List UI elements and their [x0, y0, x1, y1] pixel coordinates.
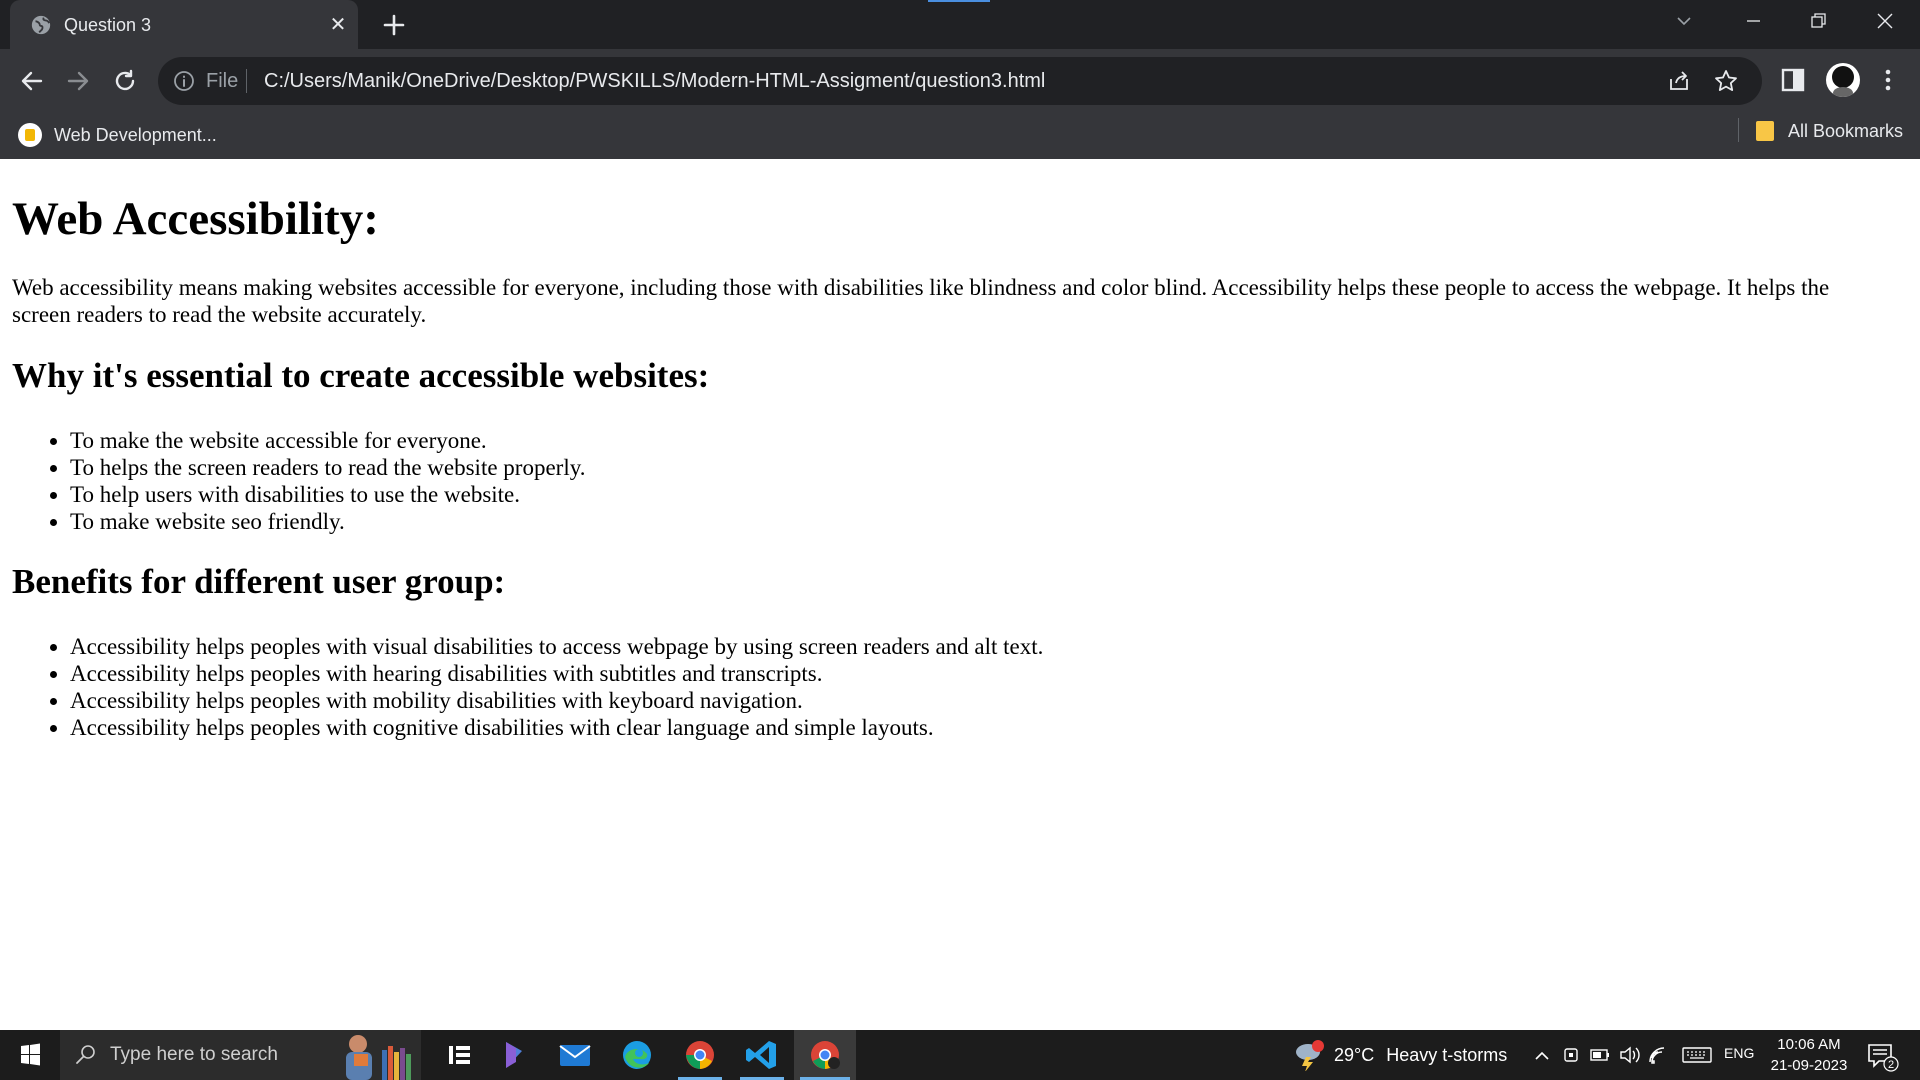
task-view-icon[interactable] [432, 1030, 488, 1080]
bookmark-label: Web Development... [54, 124, 217, 145]
tab-question3[interactable]: Question 3 ✕ [10, 0, 358, 49]
list-item: Accessibility helps peoples with visual … [70, 633, 1043, 660]
tab-search-chevron-icon[interactable] [1656, 0, 1712, 44]
chrome-icon[interactable] [672, 1030, 728, 1080]
page-content: Web Accessibility: Web accessibility mea… [0, 159, 1920, 1030]
notification-icon: 2 [1868, 1044, 1899, 1072]
clock-time[interactable]: 10:06 AM [1766, 1036, 1852, 1053]
volume-icon[interactable] [1616, 1030, 1644, 1080]
wifi-icon[interactable] [1646, 1030, 1674, 1080]
mail-icon[interactable] [547, 1030, 603, 1080]
section-heading-benefits: Benefits for different user group: [12, 562, 506, 601]
thunderstorm-icon [1296, 1040, 1324, 1071]
clock-date[interactable]: 21-09-2023 [1766, 1057, 1852, 1074]
kebab-menu-icon[interactable] [1874, 65, 1902, 95]
list-item: Accessibility helps peoples with mobilit… [70, 687, 1043, 714]
tab-strip: Question 3 ✕ [0, 0, 1920, 49]
search-highlight-icon [346, 1035, 411, 1080]
windows-start-icon[interactable] [10, 1039, 50, 1071]
bookmarks-divider [1738, 118, 1739, 142]
bookmark-web-development[interactable]: Web Development... [18, 119, 217, 151]
folder-icon [1756, 121, 1774, 141]
close-window-icon[interactable] [1857, 0, 1913, 44]
list-item: Accessibility helps peoples with cogniti… [70, 714, 1043, 741]
profile-picture-icon [1832, 66, 1854, 97]
why-list: To make the website accessible for every… [70, 427, 585, 535]
side-panel-icon[interactable] [1780, 67, 1806, 93]
list-item: To make the website accessible for every… [70, 427, 585, 454]
list-item: To make website seo friendly. [70, 508, 585, 535]
bookmarks-bar: Web Development... [0, 113, 1920, 159]
star-icon[interactable] [1713, 68, 1739, 94]
section-heading-why: Why it's essential to create accessible … [12, 356, 710, 395]
language-indicator[interactable]: ENG [1724, 1045, 1754, 1061]
keyboard-icon[interactable] [1680, 1030, 1714, 1080]
weather-condition: Heavy t-storms [1386, 1044, 1508, 1065]
tab-close-icon[interactable]: ✕ [326, 13, 350, 37]
search-placeholder: Type here to search [110, 1044, 278, 1065]
taskbar: Type here to search 29°C Heavy t-storms … [0, 1030, 1920, 1080]
page-title: Web Accessibility: [12, 193, 379, 245]
taskbar-search[interactable]: Type here to search [60, 1030, 421, 1080]
vscode-icon[interactable] [734, 1030, 790, 1080]
address-divider [246, 69, 247, 93]
benefits-list: Accessibility helps peoples with visual … [70, 633, 1043, 741]
browser-chrome: Question 3 ✕ File C:/Users/Manik/OneDriv… [0, 0, 1920, 159]
browser-toolbar: File C:/Users/Manik/OneDrive/Desktop/PWS… [0, 49, 1920, 113]
chevron-up-icon[interactable] [1528, 1030, 1556, 1080]
meet-now-icon[interactable] [1558, 1030, 1584, 1080]
notification-count: 2 [1888, 1059, 1894, 1071]
weather-widget[interactable]: 29°C Heavy t-storms [1292, 1039, 1507, 1071]
globe-icon [31, 15, 51, 35]
minimize-icon[interactable] [1725, 0, 1781, 44]
forward-arrow-icon[interactable] [60, 63, 96, 99]
restore-icon[interactable] [1790, 0, 1846, 44]
info-icon[interactable] [172, 69, 196, 93]
weather-temperature: 29°C [1334, 1044, 1375, 1065]
edge-icon[interactable] [609, 1030, 665, 1080]
address-bar[interactable]: File C:/Users/Manik/OneDrive/Desktop/PWS… [158, 57, 1762, 105]
chrome-profile-icon [800, 1041, 850, 1080]
all-bookmarks-label: All Bookmarks [1788, 120, 1904, 141]
new-tab-icon[interactable] [378, 11, 410, 39]
list-item: Accessibility helps peoples with hearing… [70, 660, 1043, 687]
list-item: To help users with disabilities to use t… [70, 481, 585, 508]
intro-paragraph: Web accessibility means making websites … [12, 275, 1830, 327]
back-arrow-icon[interactable] [14, 63, 50, 99]
share-icon[interactable] [1666, 68, 1692, 94]
url-text[interactable]: C:/Users/Manik/OneDrive/Desktop/PWSKILLS… [264, 69, 1045, 93]
all-bookmarks-button[interactable]: All Bookmarks [1756, 119, 1903, 143]
url-scheme: File [206, 70, 239, 92]
notification-center-button[interactable]: 2 [1862, 1040, 1902, 1072]
tab-title: Question 3 [64, 15, 152, 35]
bookmark-favicon-icon [18, 123, 42, 147]
tab-strip-indicator [928, 0, 990, 2]
battery-icon[interactable] [1586, 1030, 1614, 1080]
profile-avatar[interactable] [1826, 63, 1860, 97]
copilot-icon[interactable] [486, 1030, 542, 1080]
search-icon [76, 1045, 95, 1064]
reload-icon[interactable] [107, 63, 143, 99]
chrome-profile-taskbar-button[interactable] [794, 1030, 856, 1080]
list-item: To helps the screen readers to read the … [70, 454, 585, 481]
